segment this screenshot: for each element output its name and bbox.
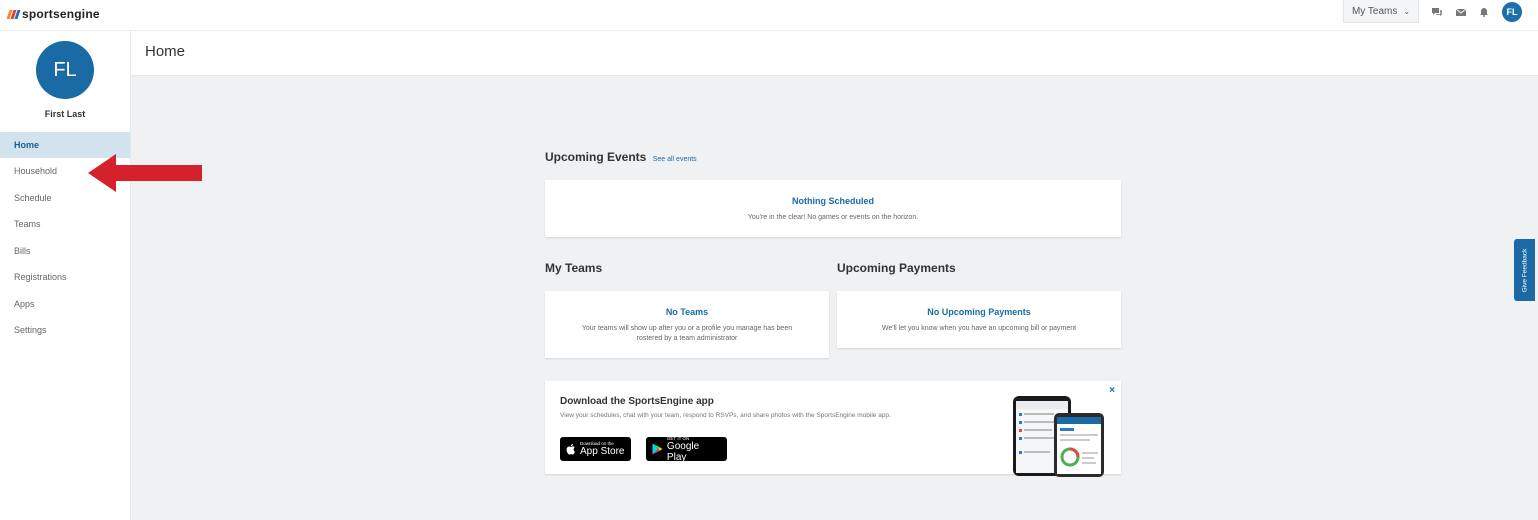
user-name: First Last bbox=[44, 109, 86, 119]
phone-mockup-image bbox=[1013, 396, 1104, 477]
apple-icon bbox=[566, 443, 575, 455]
app-promo-description: View your schedules, chat with your team… bbox=[560, 412, 891, 419]
google-play-big-text: Google Play bbox=[666, 440, 700, 463]
app-promo-title: Download the SportsEngine app bbox=[560, 396, 714, 407]
sportsengine-logo[interactable]: sportsengine bbox=[6, 7, 100, 21]
upcoming-events-card: Nothing Scheduled You're in the clear! N… bbox=[545, 180, 1121, 237]
sidebar-item-registrations[interactable]: Registrations bbox=[0, 264, 130, 290]
my-teams-dropdown[interactable]: My Teams ⌄ bbox=[1343, 0, 1419, 23]
page-title: Home bbox=[145, 43, 186, 60]
sidebar-item-settings[interactable]: Settings bbox=[0, 317, 130, 343]
chevron-down-icon: ⌄ bbox=[1403, 6, 1411, 16]
see-all-events-link[interactable]: See all events bbox=[653, 156, 697, 163]
no-upcoming-payments-title: No Upcoming Payments bbox=[927, 307, 1031, 317]
nothing-scheduled-title: Nothing Scheduled bbox=[792, 196, 874, 206]
sidebar-item-teams[interactable]: Teams bbox=[0, 211, 130, 237]
mail-icon[interactable] bbox=[1455, 7, 1467, 17]
no-teams-text-line1: Your teams will show up after you or a p… bbox=[581, 325, 793, 332]
user-avatar-menu[interactable]: FL bbox=[1502, 2, 1522, 22]
red-arrow-annotation bbox=[88, 154, 202, 192]
upcoming-payments-card: No Upcoming Payments We'll let you know … bbox=[837, 291, 1121, 348]
give-feedback-tab[interactable]: Give Feedback bbox=[1514, 239, 1535, 301]
upcoming-events-title: Upcoming Events bbox=[545, 150, 647, 164]
nothing-scheduled-text: You're in the clear! No games or events … bbox=[747, 214, 919, 221]
logo-mark-icon bbox=[6, 9, 21, 19]
app-store-big-text: App Store bbox=[580, 446, 625, 457]
app-promo-card: Download the SportsEngine app View your … bbox=[545, 381, 1121, 477]
app-store-button[interactable]: Download on the App Store bbox=[560, 437, 631, 461]
logo-text: sportsengine bbox=[22, 7, 100, 21]
my-teams-title: My Teams bbox=[545, 261, 603, 275]
chat-icon[interactable] bbox=[1431, 7, 1443, 17]
sidebar: FL First Last Home Household Schedule Te… bbox=[0, 31, 131, 520]
upcoming-payments-title: Upcoming Payments bbox=[837, 261, 956, 275]
my-teams-card: No Teams Your teams will show up after y… bbox=[545, 291, 829, 358]
no-upcoming-payments-text: We'll let you know when you have an upco… bbox=[881, 325, 1077, 332]
no-teams-text-line2: rostered by a team administrator bbox=[636, 335, 738, 342]
google-play-icon bbox=[652, 443, 663, 455]
top-bar: sportsengine My Teams ⌄ FL bbox=[0, 0, 1538, 31]
main-content: Home Upcoming Events See all events Noth… bbox=[131, 31, 1538, 520]
profile-avatar[interactable]: FL bbox=[36, 41, 94, 99]
google-play-button[interactable]: GET IT ON Google Play bbox=[646, 436, 727, 463]
page-header: Home bbox=[131, 31, 1538, 76]
my-teams-label: My Teams bbox=[1351, 5, 1398, 17]
upcoming-events-heading: Upcoming Events See all events bbox=[545, 150, 697, 164]
sidebar-item-bills[interactable]: Bills bbox=[0, 238, 130, 264]
close-icon[interactable]: × bbox=[1109, 385, 1115, 396]
bell-icon[interactable] bbox=[1478, 7, 1490, 17]
no-teams-title: No Teams bbox=[665, 307, 709, 317]
give-feedback-label: Give Feedback bbox=[1521, 248, 1528, 292]
sidebar-item-apps[interactable]: Apps bbox=[0, 291, 130, 317]
